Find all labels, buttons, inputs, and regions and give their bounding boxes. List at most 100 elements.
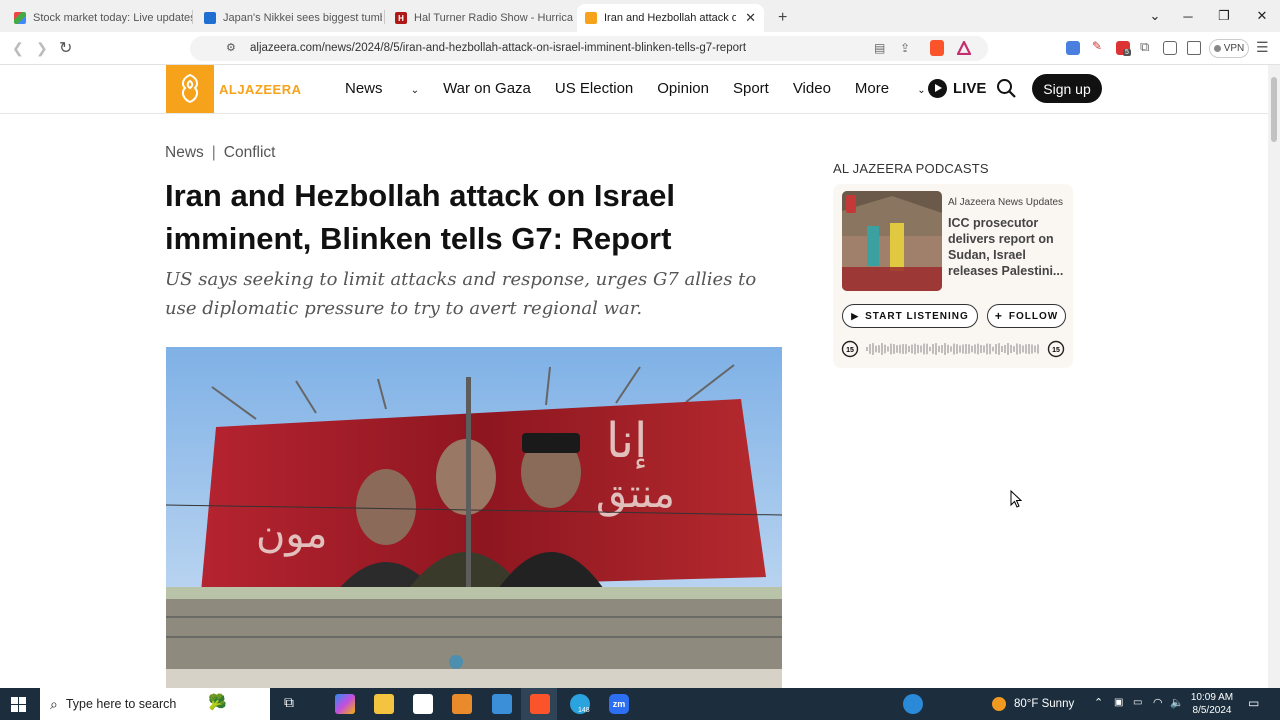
vpn-button[interactable]: VPN [1209,39,1249,58]
live-button[interactable]: LIVE [928,79,986,98]
article-subheadline: US says seeking to limit attacks and res… [165,269,757,319]
site-settings-icon[interactable]: ⚙ [226,41,236,54]
copilot-icon[interactable] [335,694,355,714]
signup-button[interactable]: Sign up [1032,74,1102,103]
media-player-icon[interactable] [452,694,472,714]
article-hero-image: إنا منتق مون [166,347,782,688]
svg-text:منتق: منتق [596,471,675,517]
sidebar-toggle-icon[interactable] [1163,41,1177,55]
page-scrollbar[interactable] [1268,65,1280,688]
aljazeera-logo-icon[interactable] [166,65,214,113]
rewind-15-icon[interactable]: 15 [841,340,859,358]
weather-widget[interactable]: 80°F Sunny [992,688,1074,720]
rewind-15-label: 15 [846,347,854,354]
clock-date: 8/5/2024 [1192,705,1232,716]
tab-search-chevron-icon[interactable]: ⌄ [1137,0,1173,32]
taskbar-search-placeholder: Type here to search [65,697,177,711]
app-icon[interactable] [492,694,512,714]
new-tab-button[interactable]: + [770,4,794,32]
svg-text:مون: مون [256,511,327,557]
news-favicon-icon [204,12,216,24]
pen-extension-icon[interactable]: ✎ [1092,39,1106,53]
nav-war-on-gaza[interactable]: War on Gaza [443,80,531,97]
aljazeera-favicon-icon [585,12,597,24]
breadcrumb-conflict[interactable]: Conflict [224,144,276,161]
meet-now-icon[interactable]: ▣ [1114,697,1123,708]
windows-taskbar: ⌕ Type here to search 🥦 ⧉ 148 zm 80°F Su… [0,688,1280,720]
nav-news[interactable]: News ⌄ [345,80,419,97]
nav-opinion[interactable]: Opinion [657,80,709,97]
reload-icon[interactable]: ↻ [59,38,72,58]
microsoft-store-icon[interactable] [413,694,433,714]
help-icon[interactable] [903,694,923,714]
close-window-button[interactable]: ✕ [1244,0,1280,32]
mouse-cursor-icon [1010,490,1022,508]
site-header: ALJAZEERA News ⌄ War on Gaza US Election… [0,65,1268,114]
tab-divider [192,10,193,24]
nav-us-election[interactable]: US Election [555,80,633,97]
system-clock[interactable]: 10:09 AM 8/5/2024 [1183,691,1241,717]
url-text[interactable]: aljazeera.com/news/2024/8/5/iran-and-hez… [250,42,746,54]
logo-text[interactable]: ALJAZEERA [219,82,302,97]
taskbar-search-box[interactable]: ⌕ Type here to search 🥦 [40,688,270,720]
vpn-status-icon [1213,45,1221,52]
address-bar[interactable]: ⚙ aljazeera.com/news/2024/8/5/iran-and-h… [190,36,988,61]
scrollbar-thumb[interactable] [1271,77,1277,142]
share-icon[interactable]: ⇪ [900,41,910,55]
notifications-icon[interactable]: ▭ [1248,696,1259,710]
translate-extension-icon[interactable] [1066,41,1080,55]
brave-rewards-icon[interactable] [957,41,971,55]
volume-icon[interactable]: 🔈 [1170,696,1184,709]
nav-sport[interactable]: Sport [733,80,769,97]
zoom-icon[interactable]: zm [609,694,629,714]
nav-video[interactable]: Video [793,80,831,97]
tab-nikkei[interactable]: Japan's Nikkei sees biggest tumble [196,4,382,32]
nbc-favicon-icon [14,12,26,24]
audio-waveform[interactable] [865,340,1043,358]
live-label: LIVE [953,80,987,97]
podcast-episode-title[interactable]: ICC prosecutor delivers report on Sudan,… [948,215,1066,279]
browser-tab-bar: Stock market today: Live updates Japan's… [0,0,1280,32]
search-icon[interactable] [996,78,1017,99]
menu-icon[interactable]: ☰ [1256,39,1269,56]
search-highlight-icon: 🥦 [208,694,227,711]
plus-icon: + [994,309,1003,323]
audio-player: 15 15 [841,340,1067,360]
battery-icon[interactable]: ▭ [1133,697,1142,708]
breadcrumb-news[interactable]: News [165,144,204,161]
close-tab-icon[interactable]: ✕ [745,10,756,26]
forward-15-icon[interactable]: 15 [1047,340,1065,358]
maximize-button[interactable]: ❐ [1206,0,1242,32]
wallet-icon[interactable] [1187,41,1201,55]
browser-toolbar: ❮ ❯ ↻ 🔖 ⚙ aljazeera.com/news/2024/8/5/ir… [0,32,1280,65]
nav-more[interactable]: More ⌄ [855,80,926,97]
forward-15-label: 15 [1052,347,1060,354]
chevron-down-icon: ⌄ [917,85,926,96]
back-icon[interactable]: ❮ [12,40,24,57]
forward-icon[interactable]: ❯ [36,40,48,57]
follow-button[interactable]: + FOLLOW [987,304,1066,328]
nav-more-label: More [854,80,890,97]
extensions-puzzle-icon[interactable]: ⧉ [1140,39,1154,54]
chevron-up-icon[interactable]: ⌃ [1094,696,1103,709]
minimize-button[interactable]: ─ [1170,0,1206,32]
hal-favicon-icon: H [395,12,407,24]
breadcrumb: News | Conflict [165,144,275,162]
tab-divider [384,10,385,24]
tab-hal-turner[interactable]: H Hal Turner Radio Show - Hurricane [387,4,573,32]
main-nav: News ⌄ War on Gaza US Election Opinion S… [345,80,950,97]
tab-title: Japan's Nikkei sees biggest tumble [223,12,382,24]
weather-text: 80°F Sunny [1014,698,1075,710]
task-view-icon[interactable]: ⧉ [279,694,299,714]
tab-aljazeera[interactable]: Iran and Hezbollah attack on Is ✕ [577,4,764,32]
podcast-thumbnail[interactable] [842,191,942,291]
nav-news-label: News [345,80,383,97]
start-listening-button[interactable]: ▶ START LISTENING [842,304,978,328]
brave-browser-icon[interactable] [530,694,550,714]
wifi-icon[interactable]: ◠ [1153,696,1163,709]
file-explorer-icon[interactable] [374,694,394,714]
tab-stock-market[interactable]: Stock market today: Live updates [6,4,192,32]
brave-shields-icon[interactable] [930,40,944,56]
reader-mode-icon[interactable]: ▤ [874,41,885,55]
windows-start-icon[interactable] [11,697,26,712]
